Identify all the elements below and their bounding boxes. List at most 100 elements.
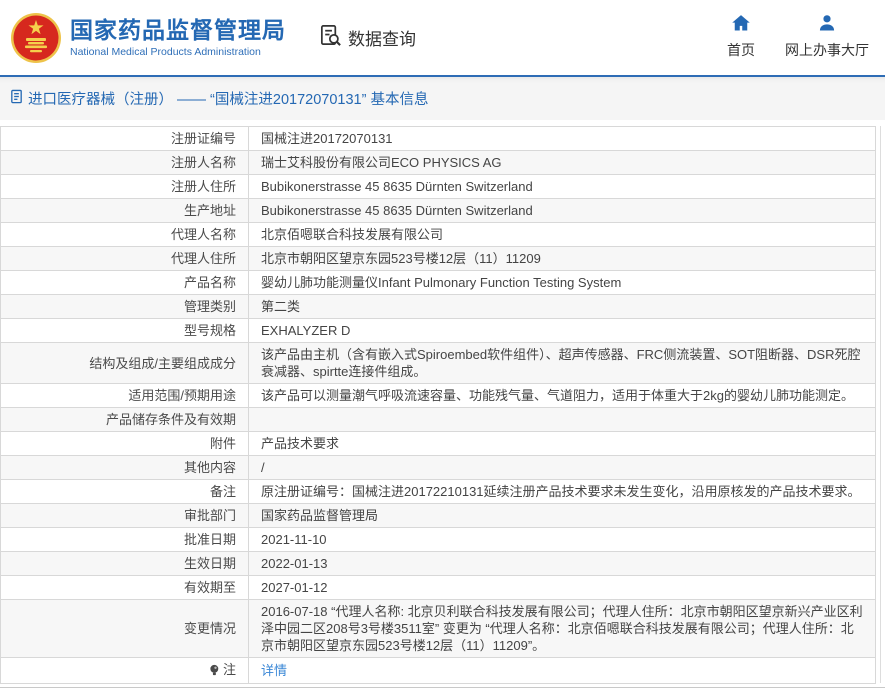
nav-online-hall-label: 网上办事大厅 [785,40,869,60]
document-icon [9,89,24,108]
doc-search-icon [318,23,343,53]
row-label: 注 [1,658,249,684]
table-row: 变更情况 2016-07-18 “代理人名称: 北京贝利联合科技发展有限公司；代理… [1,600,876,658]
row-value: 国家药品监督管理局 [249,504,876,528]
row-value: 原注册证编号：国械注进20172210131延续注册产品技术要求未发生变化，沿用… [249,480,876,504]
table-row: 管理类别第二类 [1,295,876,319]
row-label-text: 代理人名称 [171,227,236,242]
row-label-text: 备注 [210,484,236,499]
row-value: Bubikonerstrasse 45 8635 Dürnten Switzer… [249,175,876,199]
table-row: 适用范围/预期用途该产品可以测量潮气呼吸流速容量、功能残气量、气道阻力，适用于体… [1,384,876,408]
row-value: 详情 [249,658,876,684]
site-header: 国家药品监督管理局 National Medical Products Admi… [0,0,885,77]
row-label: 生效日期 [1,552,249,576]
row-label-text: 注册证编号 [171,131,236,146]
row-label-text: 管理类别 [184,299,236,314]
row-label-text: 批准日期 [184,532,236,547]
row-label-text: 审批部门 [184,508,236,523]
table-row: 注 详情 [1,658,876,684]
row-label-text: 注册人名称 [171,155,236,170]
row-value: 2022-01-13 [249,552,876,576]
table-row: 批准日期 2021-11-10 [1,528,876,552]
row-label-text: 结构及组成/主要组成成分 [89,356,236,371]
table-row: 附件产品技术要求 [1,432,876,456]
data-query-tab[interactable]: 数据查询 [318,23,416,53]
table-row: 注册人住所Bubikonerstrasse 45 8635 Dürnten Sw… [1,175,876,199]
row-value: 2021-11-10 [249,528,876,552]
row-label: 注册人住所 [1,175,249,199]
table-row: 型号规格 EXHALYZER D [1,319,876,343]
row-label-text: 代理人住所 [171,251,236,266]
info-table-body: 注册证编号国械注进20172070131注册人名称瑞士艾科股份有限公司ECO P… [1,127,876,684]
row-label: 产品储存条件及有效期 [1,408,249,432]
row-label-text: 生产地址 [184,203,236,218]
row-value: 该产品由主机（含有嵌入式Spiroembed软件组件）、超声传感器、FRC侧流装… [249,343,876,384]
row-value: 婴幼儿肺功能测量仪Infant Pulmonary Function Testi… [249,271,876,295]
row-label-text: 产品储存条件及有效期 [106,412,236,427]
registration-info-table: 注册证编号国械注进20172070131注册人名称瑞士艾科股份有限公司ECO P… [0,126,876,684]
table-row: 代理人名称北京佰嗯联合科技发展有限公司 [1,223,876,247]
right-edge-divider [880,126,881,683]
row-label-text: 适用范围/预期用途 [128,388,236,403]
nav-home[interactable]: 首页 [727,13,755,60]
row-label: 管理类别 [1,295,249,319]
row-label-text: 变更情况 [184,621,236,636]
row-label-text: 注 [223,662,236,677]
row-value: EXHALYZER D [249,319,876,343]
row-label-text: 型号规格 [184,323,236,338]
user-icon [817,13,837,36]
table-row: 生效日期 2022-01-13 [1,552,876,576]
table-row: 备注原注册证编号：国械注进20172210131延续注册产品技术要求未发生变化，… [1,480,876,504]
site-subtitle: National Medical Products Administration [70,46,286,58]
row-label: 注册证编号 [1,127,249,151]
table-row: 注册人名称瑞士艾科股份有限公司ECO PHYSICS AG [1,151,876,175]
table-row: 生产地址 Bubikonerstrasse 45 8635 Dürnten Swi… [1,199,876,223]
row-label-text: 有效期至 [184,580,236,595]
row-value: Bubikonerstrasse 45 8635 Dürnten Switzer… [249,199,876,223]
row-label: 有效期至 [1,576,249,600]
data-query-label: 数据查询 [348,25,416,50]
breadcrumb: 进口医疗器械（注册） —— “国械注进20172070131” 基本信息 [9,88,428,109]
detail-link[interactable]: 详情 [261,663,287,678]
table-row: 结构及组成/主要组成成分该产品由主机（含有嵌入式Spiroembed软件组件）、… [1,343,876,384]
row-value [249,408,876,432]
row-label: 审批部门 [1,504,249,528]
row-label: 适用范围/预期用途 [1,384,249,408]
registration-info-table-wrap: 注册证编号国械注进20172070131注册人名称瑞士艾科股份有限公司ECO P… [0,126,885,684]
row-label-text: 附件 [210,436,236,451]
site-title-block: 国家药品监督管理局 National Medical Products Admi… [70,17,286,58]
row-label-text: 其他内容 [184,460,236,475]
table-row: 注册证编号国械注进20172070131 [1,127,876,151]
table-row: 代理人住所北京市朝阳区望京东园523号楼12层（11）11209 [1,247,876,271]
header-nav: 首页 网上办事大厅 [727,13,869,60]
row-label: 结构及组成/主要组成成分 [1,343,249,384]
row-label: 代理人住所 [1,247,249,271]
row-value: 国械注进20172070131 [249,127,876,151]
breadcrumb-bar: 进口医疗器械（注册） —— “国械注进20172070131” 基本信息 [0,77,885,120]
row-label: 型号规格 [1,319,249,343]
table-row: 审批部门国家药品监督管理局 [1,504,876,528]
row-value: 第二类 [249,295,876,319]
table-row: 有效期至 2027-01-12 [1,576,876,600]
row-label: 代理人名称 [1,223,249,247]
row-value: 2016-07-18 “代理人名称: 北京贝利联合科技发展有限公司；代理人住所：… [249,600,876,658]
row-label-text: 生效日期 [184,556,236,571]
row-label-text: 产品名称 [184,275,236,290]
nav-online-hall[interactable]: 网上办事大厅 [785,13,869,60]
row-label: 备注 [1,480,249,504]
row-value: / [249,456,876,480]
table-row: 产品储存条件及有效期 [1,408,876,432]
row-value: 该产品可以测量潮气呼吸流速容量、功能残气量、气道阻力，适用于体重大于2kg的婴幼… [249,384,876,408]
table-row: 其他内容 / [1,456,876,480]
row-label: 批准日期 [1,528,249,552]
row-label: 生产地址 [1,199,249,223]
bulb-icon [209,663,221,680]
page-bottom-divider [0,687,885,688]
row-label: 变更情况 [1,600,249,658]
row-label: 产品名称 [1,271,249,295]
site-title: 国家药品监督管理局 [70,17,286,43]
row-value: 北京佰嗯联合科技发展有限公司 [249,223,876,247]
row-value: 2027-01-12 [249,576,876,600]
row-label: 注册人名称 [1,151,249,175]
nmpa-emblem-logo [10,12,62,64]
